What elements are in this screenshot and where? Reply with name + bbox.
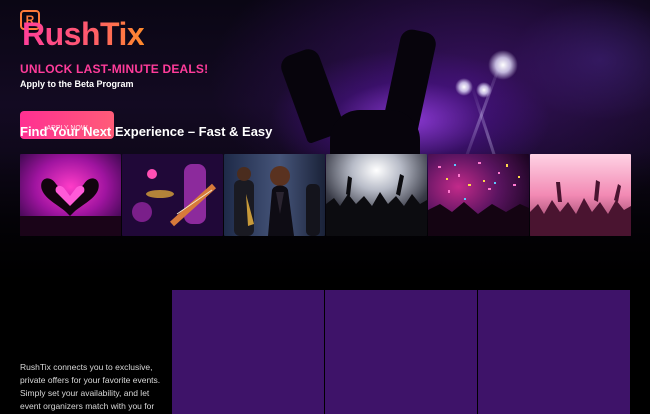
jazz-singer-saxophone-photo-icon — [224, 154, 325, 236]
confetti-crowd-photo-icon — [428, 154, 529, 236]
logo-wordmark: RushTix — [22, 16, 145, 52]
rushtix-logo[interactable]: R RushTix — [20, 8, 145, 54]
pink-concert-crowd-photo-icon — [530, 154, 631, 236]
feature-panels — [172, 290, 630, 414]
gallery-tile-crowd[interactable] — [326, 154, 427, 236]
gallery-tile-confetti[interactable] — [428, 154, 529, 236]
stage-light — [488, 50, 518, 80]
crowd-stage-lights-photo-icon — [326, 154, 427, 236]
hero-tagline: Find Your Next Experience – Fast & Easy — [20, 124, 273, 139]
gallery-tile-band[interactable] — [122, 154, 223, 236]
drummer-guitarist-photo-icon — [122, 154, 223, 236]
gallery-tile-pink-crowd[interactable] — [530, 154, 631, 236]
gallery-tile-jazz[interactable] — [224, 154, 325, 236]
hero-subheadline: Apply to the Beta Program — [20, 79, 134, 89]
heart-hands-concert-photo-icon — [20, 154, 121, 236]
gallery-tile-heart-hands[interactable] — [20, 154, 121, 236]
hero-headline: UNLOCK LAST-MINUTE DEALS! — [20, 62, 209, 76]
intro-paragraph: RushTix connects you to exclusive, priva… — [20, 362, 161, 411]
feature-panel — [325, 290, 477, 414]
feature-panel — [478, 290, 630, 414]
feature-panel — [172, 290, 324, 414]
